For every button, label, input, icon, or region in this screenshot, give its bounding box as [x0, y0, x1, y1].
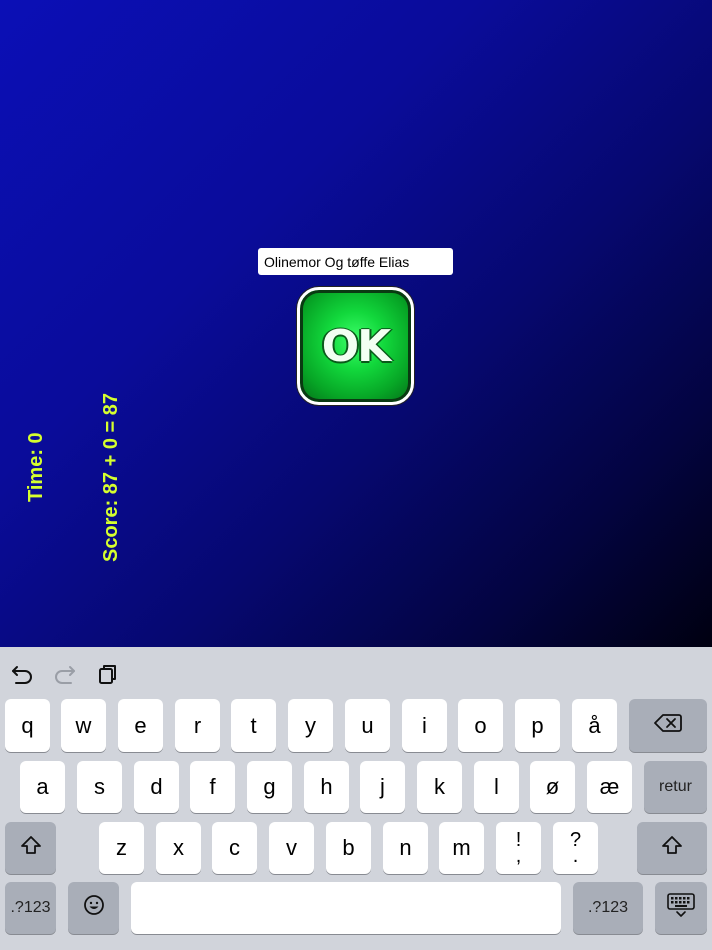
key-y[interactable]: y: [288, 699, 333, 752]
return-key[interactable]: retur: [644, 761, 707, 813]
key-x[interactable]: x: [156, 822, 201, 874]
clipboard-icon[interactable]: [95, 661, 121, 687]
key-q[interactable]: q: [5, 699, 50, 752]
redo-icon[interactable]: [52, 661, 78, 687]
key-k[interactable]: k: [417, 761, 462, 813]
key-w[interactable]: w: [61, 699, 106, 752]
key-m[interactable]: m: [439, 822, 484, 874]
key-l[interactable]: l: [474, 761, 519, 813]
game-area: OK Time: 0 Score: 87 + 0 = 87: [0, 0, 712, 647]
key-d[interactable]: d: [134, 761, 179, 813]
key-comma-label: ,: [515, 845, 522, 867]
score-label: Score: 87 + 0 = 87: [100, 392, 122, 562]
key-question-period[interactable]: ? .: [553, 822, 598, 874]
key-exclaim-comma[interactable]: ! ,: [496, 822, 541, 874]
key-h[interactable]: h: [304, 761, 349, 813]
key-i[interactable]: i: [402, 699, 447, 752]
key-aa[interactable]: å: [572, 699, 617, 752]
emoji-key[interactable]: [68, 882, 119, 934]
keyboard-row-3: z x c v b n m ! , ? .: [0, 822, 712, 875]
key-r[interactable]: r: [175, 699, 220, 752]
key-t[interactable]: t: [231, 699, 276, 752]
app-screen: OK Time: 0 Score: 87 + 0 = 87: [0, 0, 712, 950]
space-key[interactable]: [131, 882, 561, 934]
backspace-icon: [654, 713, 682, 739]
key-oe[interactable]: ø: [530, 761, 575, 813]
undo-icon[interactable]: [9, 661, 35, 687]
keyboard-row-1: q w e r t y u i o p å: [0, 699, 712, 752]
key-z[interactable]: z: [99, 822, 144, 874]
key-s[interactable]: s: [77, 761, 122, 813]
keyboard-dismiss-icon: [666, 892, 696, 924]
key-o[interactable]: o: [458, 699, 503, 752]
key-g[interactable]: g: [247, 761, 292, 813]
key-a[interactable]: a: [20, 761, 65, 813]
ok-button[interactable]: OK: [297, 287, 414, 405]
key-j[interactable]: j: [360, 761, 405, 813]
ok-button-label: OK: [321, 320, 391, 372]
key-b[interactable]: b: [326, 822, 371, 874]
on-screen-keyboard: q w e r t y u i o p å a s d f g h j k l …: [0, 647, 712, 950]
key-period-label: .: [572, 845, 579, 867]
key-p[interactable]: p: [515, 699, 560, 752]
key-c[interactable]: c: [212, 822, 257, 874]
keyboard-dismiss-key[interactable]: [655, 882, 707, 934]
keyboard-row-4: .?123 .?123: [0, 882, 712, 935]
backspace-key[interactable]: [629, 699, 707, 752]
key-e[interactable]: e: [118, 699, 163, 752]
key-ae[interactable]: æ: [587, 761, 632, 813]
key-n[interactable]: n: [383, 822, 428, 874]
shift-icon: [20, 835, 42, 861]
time-label: Time: 0: [25, 432, 47, 502]
keyboard-shortcut-bar: [0, 647, 712, 697]
player-name-input[interactable]: [258, 248, 453, 275]
key-f[interactable]: f: [190, 761, 235, 813]
key-v[interactable]: v: [269, 822, 314, 874]
emoji-icon: [83, 894, 105, 922]
numbers-key-right[interactable]: .?123: [573, 882, 643, 934]
key-u[interactable]: u: [345, 699, 390, 752]
keyboard-row-2: a s d f g h j k l ø æ retur: [0, 761, 712, 814]
shift-key-left[interactable]: [5, 822, 56, 874]
numbers-key-left[interactable]: .?123: [5, 882, 56, 934]
shift-icon: [661, 835, 683, 861]
shift-key-right[interactable]: [637, 822, 707, 874]
